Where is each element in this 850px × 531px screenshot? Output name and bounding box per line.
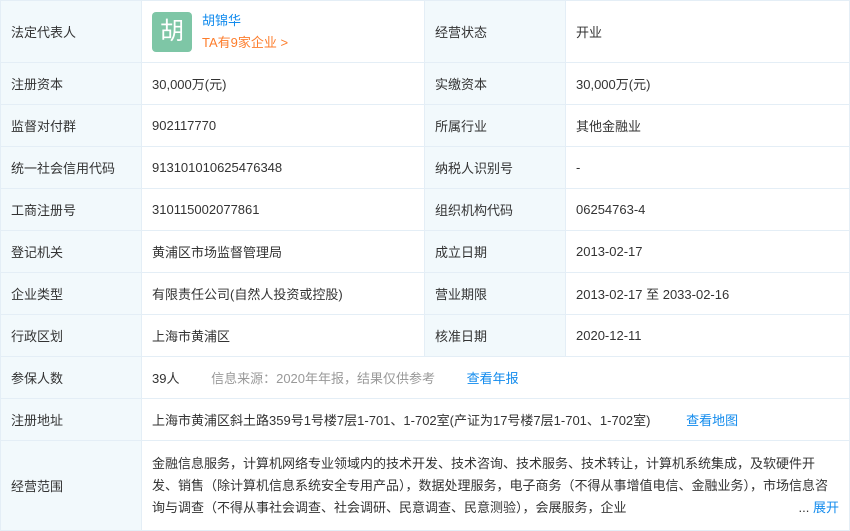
value-scope: 金融信息服务，计算机网络专业领域内的技术开发、技术咨询、技术服务、技术转让，计算… xyxy=(141,440,850,531)
expand-link[interactable]: 展开 xyxy=(813,500,839,515)
label-taxpayer-id: 纳税人识别号 xyxy=(424,146,566,189)
insured-count: 39人 xyxy=(152,371,180,386)
row-scope: 经营范围 金融信息服务，计算机网络专业领域内的技术开发、技术咨询、技术服务、技术… xyxy=(0,440,850,531)
value-approval-date: 2020-12-11 xyxy=(565,314,850,357)
label-district: 行政区划 xyxy=(0,314,142,357)
row-company-type: 企业类型 有限责任公司(自然人投资或控股) 营业期限 2013-02-17 至 … xyxy=(0,272,850,315)
row-credit-code: 统一社会信用代码 913101010625476348 纳税人识别号 - xyxy=(0,146,850,189)
value-status: 开业 xyxy=(565,0,850,63)
insured-source-note: 信息来源：2020年年报，结果仅供参考 xyxy=(211,371,436,386)
address-text: 上海市黄浦区斜土路359号1号楼7层1-701、1-702室(产证为17号楼7层… xyxy=(152,413,651,428)
label-reg-capital: 注册资本 xyxy=(0,62,142,105)
label-approval-date: 核准日期 xyxy=(424,314,566,357)
label-business-term: 营业期限 xyxy=(424,272,566,315)
view-annual-report-link[interactable]: 查看年报 xyxy=(467,371,519,386)
value-credit-code: 913101010625476348 xyxy=(141,146,425,189)
label-company-type: 企业类型 xyxy=(0,272,142,315)
value-supervisor: 902117770 xyxy=(141,104,425,147)
value-insured: 39人 信息来源：2020年年报，结果仅供参考 查看年报 xyxy=(141,356,850,399)
value-company-type: 有限责任公司(自然人投资或控股) xyxy=(141,272,425,315)
value-reg-address: 上海市黄浦区斜土路359号1号楼7层1-701、1-702室(产证为17号楼7层… xyxy=(141,398,850,441)
label-reg-authority: 登记机关 xyxy=(0,230,142,273)
label-insured: 参保人数 xyxy=(0,356,142,399)
row-insured: 参保人数 39人 信息来源：2020年年报，结果仅供参考 查看年报 xyxy=(0,356,850,399)
label-reg-address: 注册地址 xyxy=(0,398,142,441)
value-business-term: 2013-02-17 至 2033-02-16 xyxy=(565,272,850,315)
label-paid-capital: 实缴资本 xyxy=(424,62,566,105)
label-reg-no: 工商注册号 xyxy=(0,188,142,231)
value-legal-rep: 胡 胡锦华 TA有9家企业 > xyxy=(141,0,425,63)
value-est-date: 2013-02-17 xyxy=(565,230,850,273)
label-status: 经营状态 xyxy=(424,0,566,63)
view-map-link[interactable]: 查看地图 xyxy=(686,413,738,428)
value-taxpayer-id: - xyxy=(565,146,850,189)
row-address: 注册地址 上海市黄浦区斜土路359号1号楼7层1-701、1-702室(产证为1… xyxy=(0,398,850,441)
row-reg-no: 工商注册号 310115002077861 组织机构代码 06254763-4 xyxy=(0,188,850,231)
row-supervisor: 监督对付群 902117770 所属行业 其他金融业 xyxy=(0,104,850,147)
label-est-date: 成立日期 xyxy=(424,230,566,273)
row-capital: 注册资本 30,000万(元) 实缴资本 30,000万(元) xyxy=(0,62,850,105)
label-credit-code: 统一社会信用代码 xyxy=(0,146,142,189)
legal-rep-name-link[interactable]: 胡锦华 xyxy=(202,10,288,32)
avatar: 胡 xyxy=(152,11,192,52)
value-district: 上海市黄浦区 xyxy=(141,314,425,357)
scope-ellipsis: ... xyxy=(798,499,810,515)
value-reg-authority: 黄浦区市场监督管理局 xyxy=(141,230,425,273)
value-industry: 其他金融业 xyxy=(565,104,850,147)
company-info-table: 法定代表人 胡 胡锦华 TA有9家企业 > 经营状态 开业 注册资本 30,00… xyxy=(0,0,850,531)
row-authority: 登记机关 黄浦区市场监督管理局 成立日期 2013-02-17 xyxy=(0,230,850,273)
label-org-code: 组织机构代码 xyxy=(424,188,566,231)
value-reg-capital: 30,000万(元) xyxy=(141,62,425,105)
label-legal-rep: 法定代表人 xyxy=(0,0,142,63)
value-paid-capital: 30,000万(元) xyxy=(565,62,850,105)
label-scope: 经营范围 xyxy=(0,440,142,531)
row-district: 行政区划 上海市黄浦区 核准日期 2020-12-11 xyxy=(0,314,850,357)
label-supervisor: 监督对付群 xyxy=(0,104,142,147)
value-reg-no: 310115002077861 xyxy=(141,188,425,231)
value-org-code: 06254763-4 xyxy=(565,188,850,231)
row-legal-rep: 法定代表人 胡 胡锦华 TA有9家企业 > 经营状态 开业 xyxy=(0,0,850,63)
scope-text: 金融信息服务，计算机网络专业领域内的技术开发、技术咨询、技术服务、技术转让，计算… xyxy=(152,455,829,515)
label-industry: 所属行业 xyxy=(424,104,566,147)
legal-rep-companies-link[interactable]: TA有9家企业 > xyxy=(202,32,288,54)
